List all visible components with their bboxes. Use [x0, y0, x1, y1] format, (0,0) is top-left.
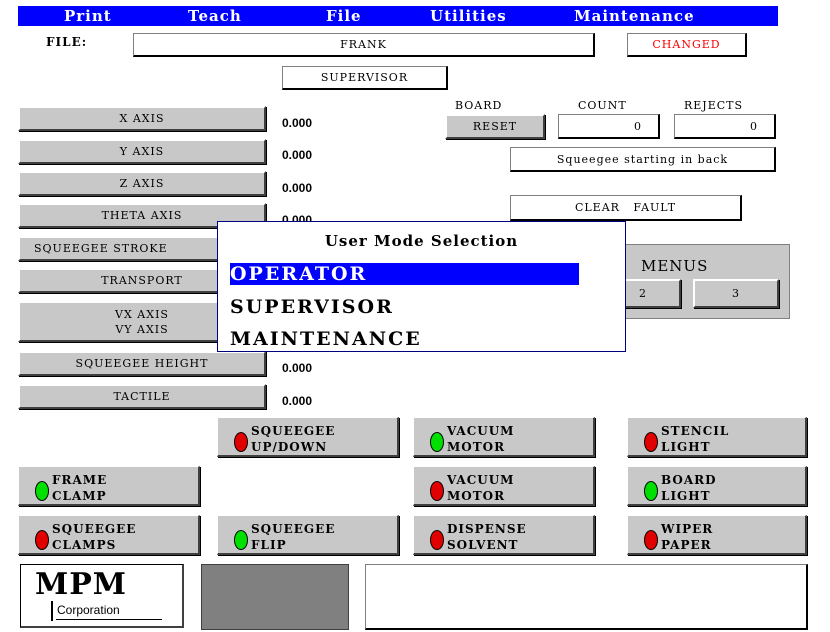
count-label: COUNT: [578, 99, 627, 112]
squeegee-height-button[interactable]: SQUEEGEE HEIGHT: [18, 351, 266, 376]
user-mode-dialog: User Mode Selection OPERATOR SUPERVISOR …: [217, 221, 626, 352]
status-label-line2: CLAMPS: [52, 538, 117, 552]
status-label-line2: MOTOR: [447, 440, 506, 454]
dialog-title: User Mode Selection: [324, 232, 519, 250]
file-name-field: FRANK: [133, 33, 595, 57]
status-wiper-paper[interactable]: WIPER PAPER: [627, 515, 807, 555]
status-vacuum-motor-2[interactable]: VACUUM MOTOR: [413, 466, 595, 506]
status-label-line1: DISPENSE: [447, 522, 527, 536]
status-label-line2: LIGHT: [661, 440, 711, 454]
option-operator[interactable]: OPERATOR: [230, 263, 579, 285]
red-indicator-icon: [35, 530, 49, 550]
squeegee-height-value: 0.000: [282, 361, 313, 375]
status-label-line2: UP/DOWN: [251, 440, 328, 454]
status-board-light[interactable]: BOARD LIGHT: [627, 466, 807, 506]
status-label-line1: SQUEEGEE: [251, 522, 336, 536]
status-squeegee-flip[interactable]: SQUEEGEE FLIP: [217, 515, 399, 555]
green-indicator-icon: [35, 481, 49, 501]
status-message: Squeegee starting in back: [510, 147, 776, 172]
status-label-line1: VACUUM: [447, 424, 515, 438]
menus-label: MENUS: [641, 257, 709, 275]
message-area: [365, 564, 808, 630]
menu-teach[interactable]: Teach: [188, 7, 242, 25]
rejects-field: 0: [674, 114, 776, 139]
changed-indicator: CHANGED: [627, 33, 747, 57]
x-axis-button[interactable]: X AXIS: [18, 106, 266, 131]
red-indicator-icon: [644, 530, 658, 550]
red-indicator-icon: [430, 530, 444, 550]
status-label-line2: CLAMP: [52, 489, 107, 503]
status-label-line2: MOTOR: [447, 489, 506, 503]
logo-underline: [56, 619, 162, 620]
status-label-line1: VACUUM: [447, 473, 515, 487]
status-label-line1: WIPER: [661, 522, 714, 536]
status-label-line1: BOARD: [661, 473, 717, 487]
tactile-button[interactable]: TACTILE: [18, 384, 266, 409]
green-indicator-icon: [644, 481, 658, 501]
y-axis-button[interactable]: Y AXIS: [18, 139, 266, 164]
status-stencil-light[interactable]: STENCIL LIGHT: [627, 417, 807, 457]
y-axis-value: 0.000: [282, 148, 313, 162]
green-indicator-icon: [234, 530, 248, 550]
option-supervisor[interactable]: SUPERVISOR: [230, 296, 394, 318]
count-field: 0: [558, 114, 660, 139]
rejects-label: REJECTS: [684, 99, 744, 112]
tactile-value: 0.000: [282, 394, 313, 408]
board-label: BOARD: [455, 99, 503, 112]
green-indicator-icon: [430, 432, 444, 452]
mpm-logo: MPM Corporation: [20, 564, 184, 628]
clear-fault-button[interactable]: CLEAR FAULT: [510, 195, 742, 221]
menu-bar: Print Teach File Utilities Maintenance: [18, 6, 778, 26]
status-label-line1: SQUEEGEE: [52, 522, 137, 536]
status-squeegee-clamps[interactable]: SQUEEGEE CLAMPS: [18, 515, 200, 555]
logo-sub: Corporation: [57, 603, 120, 617]
menu-utilities[interactable]: Utilities: [430, 7, 507, 25]
status-frame-clamp[interactable]: FRAME CLAMP: [18, 466, 200, 506]
logo-name: MPM: [35, 567, 127, 602]
status-label-line2: PAPER: [661, 538, 712, 552]
status-label-line2: LIGHT: [661, 489, 711, 503]
menu-file[interactable]: File: [326, 7, 362, 25]
gray-panel: [201, 564, 349, 630]
status-label-line2: SOLVENT: [447, 538, 519, 552]
status-label-line1: STENCIL: [661, 424, 730, 438]
menu-button-3[interactable]: 3: [693, 279, 779, 308]
z-axis-button[interactable]: Z AXIS: [18, 171, 266, 196]
status-label-line1: SQUEEGEE: [251, 424, 336, 438]
x-axis-value: 0.000: [282, 116, 313, 130]
reset-button[interactable]: RESET: [445, 114, 545, 139]
menu-maintenance[interactable]: Maintenance: [574, 7, 695, 25]
z-axis-value: 0.000: [282, 181, 313, 195]
red-indicator-icon: [234, 432, 248, 452]
option-maintenance[interactable]: MAINTENANCE: [230, 328, 422, 350]
status-label-line2: FLIP: [251, 538, 287, 552]
user-mode-button[interactable]: SUPERVISOR: [282, 66, 448, 90]
status-label-line1: FRAME: [52, 473, 108, 487]
status-squeegee-updown[interactable]: SQUEEGEE UP/DOWN: [217, 417, 399, 457]
logo-bar: [51, 601, 53, 621]
status-vacuum-motor-1[interactable]: VACUUM MOTOR: [413, 417, 595, 457]
red-indicator-icon: [644, 432, 658, 452]
menu-print[interactable]: Print: [64, 7, 112, 25]
red-indicator-icon: [430, 481, 444, 501]
file-label: FILE:: [46, 35, 88, 49]
status-dispense-solvent[interactable]: DISPENSE SOLVENT: [413, 515, 595, 555]
